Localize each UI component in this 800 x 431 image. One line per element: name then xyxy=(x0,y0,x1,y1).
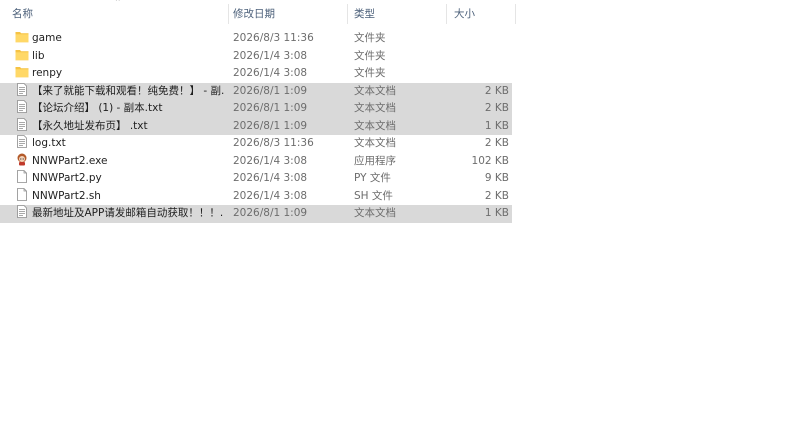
file-row[interactable]: 【来了就能下载和观看！纯免费！】 - 副... 2026/8/1 1:09 文本文档… xyxy=(0,82,512,100)
file-row[interactable]: 【永久地址发布页】 .txt 2026/8/1 1:09 文本文档 1 KB xyxy=(0,117,512,135)
file-name: 最新地址及APP请发邮箱自动获取！！！... xyxy=(32,207,224,219)
column-size-header[interactable]: 大小 xyxy=(450,0,514,28)
file-name: NNWPart2.sh xyxy=(32,189,101,202)
file-modified-date: 2026/1/4 3:08 xyxy=(233,154,308,167)
file-modified-date: 2026/1/4 3:08 xyxy=(233,172,308,184)
column-name-header[interactable]: 名称 xyxy=(8,0,228,28)
file-name: 【永久地址发布页】 .txt xyxy=(32,119,148,132)
file-row[interactable]: game 2026/8/3 11:36 文件夹 xyxy=(0,30,512,48)
text-file-icon xyxy=(15,205,29,218)
column-divider[interactable] xyxy=(446,4,447,24)
file-name: renpy xyxy=(32,67,63,79)
file-type: 文件夹 xyxy=(354,67,386,79)
file-name: NNWPart2.exe xyxy=(32,154,108,167)
file-size: 2 KB xyxy=(484,84,509,97)
file-size: 2 KB xyxy=(484,189,509,202)
column-type-header[interactable]: 类型 xyxy=(350,0,446,28)
file-size: 2 KB xyxy=(484,137,509,149)
folder-icon xyxy=(15,65,29,78)
file-name: game xyxy=(32,32,62,44)
file-row[interactable]: renpy 2026/1/4 3:08 文件夹 xyxy=(0,65,512,83)
file-name: log.txt xyxy=(32,137,66,149)
column-divider[interactable] xyxy=(515,4,516,24)
file-modified-date: 2026/8/3 11:36 xyxy=(233,137,314,149)
file-size: 1 KB xyxy=(484,207,509,219)
text-file-icon xyxy=(15,82,29,96)
blank-file-icon xyxy=(15,170,29,183)
app-icon xyxy=(15,153,29,166)
file-size: 9 KB xyxy=(484,172,509,184)
file-modified-date: 2026/1/4 3:08 xyxy=(233,49,308,62)
file-name: 【来了就能下载和观看！纯免费！】 - 副... xyxy=(32,84,224,97)
file-size: 1 KB xyxy=(484,119,509,132)
file-row[interactable]: 最新地址及APP请发邮箱自动获取！！！... 2026/8/1 1:09 文本文档 1… xyxy=(0,205,512,223)
file-modified-date: 2026/8/1 1:09 xyxy=(233,84,308,97)
file-type: 文件夹 xyxy=(354,49,386,62)
text-file-icon xyxy=(15,135,29,148)
file-name: NNWPart2.py xyxy=(32,172,102,184)
file-name: 【论坛介绍】 (1) - 副本.txt xyxy=(32,102,163,114)
file-row[interactable]: log.txt 2026/8/3 11:36 文本文档 2 KB xyxy=(0,135,512,153)
blank-file-icon xyxy=(15,187,29,201)
file-list: game 2026/8/3 11:36 文件夹 lib 2026/1/4 3:08 文件夹… xyxy=(0,30,512,223)
file-type: 文件夹 xyxy=(354,32,386,44)
file-row[interactable]: NNWPart2.exe 2026/1/4 3:08 应用程序 102 KB xyxy=(0,153,512,171)
file-modified-date: 2026/8/1 1:09 xyxy=(233,119,308,132)
file-size: 102 KB xyxy=(471,154,509,167)
file-row[interactable]: 【论坛介绍】 (1) - 副本.txt 2026/8/1 1:09 文本文档 2 KB xyxy=(0,100,512,118)
text-file-icon xyxy=(15,117,29,131)
file-modified-date: 2026/1/4 3:08 xyxy=(233,189,308,202)
file-row[interactable]: NNWPart2.sh 2026/1/4 3:08 SH 文件 2 KB xyxy=(0,187,512,206)
column-divider[interactable] xyxy=(347,4,348,24)
file-modified-date: 2026/8/3 11:36 xyxy=(233,32,314,44)
folder-icon xyxy=(15,30,29,43)
file-modified-date: 2026/8/1 1:09 xyxy=(233,207,308,219)
column-date-header[interactable]: 修改日期 xyxy=(229,0,347,28)
column-header: ⌃ 名称 修改日期 类型 大小 xyxy=(0,0,516,28)
folder-icon xyxy=(15,48,29,61)
file-modified-date: 2026/1/4 3:08 xyxy=(233,67,308,79)
file-modified-date: 2026/8/1 1:09 xyxy=(233,102,308,114)
file-row[interactable]: NNWPart2.py 2026/1/4 3:08 PY 文件 9 KB xyxy=(0,170,512,188)
file-name: lib xyxy=(32,49,45,62)
file-row[interactable]: lib 2026/1/4 3:08 文件夹 xyxy=(0,48,512,66)
file-size: 2 KB xyxy=(484,102,509,114)
text-file-icon xyxy=(15,100,29,113)
